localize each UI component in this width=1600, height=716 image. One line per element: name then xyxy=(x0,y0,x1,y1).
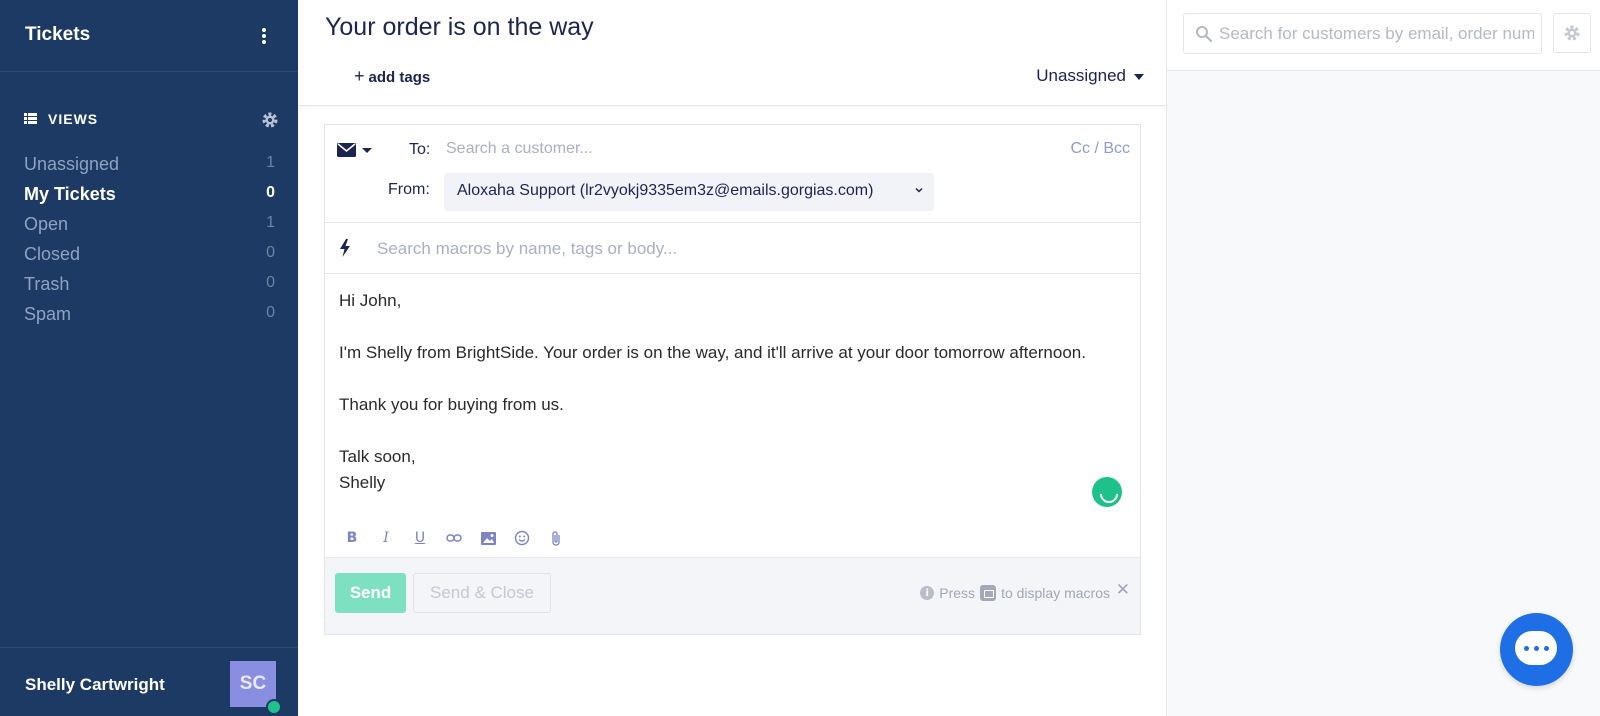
send-and-close-button[interactable]: Send & Close xyxy=(413,573,551,613)
view-label: Open xyxy=(24,214,69,234)
from-label: From: xyxy=(388,181,430,198)
gear-icon[interactable] xyxy=(260,110,280,130)
underline-icon[interactable]: U xyxy=(411,529,429,547)
view-count: 0 xyxy=(266,304,275,321)
close-icon[interactable]: ✕ xyxy=(1116,580,1130,600)
recipients-section: To: Cc / Bcc From: Aloxaha Support (lr2v… xyxy=(325,125,1140,223)
customer-panel xyxy=(1166,0,1600,716)
view-label: Closed xyxy=(24,244,81,264)
envelope-icon xyxy=(337,143,372,157)
send-button[interactable]: Send xyxy=(335,573,406,613)
keyboard-key-icon xyxy=(980,585,997,601)
italic-icon[interactable]: I xyxy=(377,529,395,547)
view-item-closed[interactable]: Closed 0 xyxy=(0,240,298,270)
view-item-my-tickets[interactable]: My Tickets 0 xyxy=(0,180,298,210)
view-label: Trash xyxy=(24,274,70,294)
more-options-icon[interactable] xyxy=(256,26,272,46)
chat-widget-button[interactable] xyxy=(1500,613,1573,686)
formatting-toolbar: B I U xyxy=(343,529,565,549)
assignee-dropdown[interactable]: Unassigned xyxy=(1036,66,1144,86)
view-label: Unassigned xyxy=(24,154,120,174)
view-count: 0 xyxy=(266,244,275,261)
image-icon[interactable] xyxy=(479,529,497,547)
user-name: Shelly Cartwright xyxy=(25,675,165,694)
list-icon xyxy=(24,113,37,124)
view-label: My Tickets xyxy=(24,184,116,204)
sidebar: Tickets VIEWS Unassigned 1 My Tickets 0 … xyxy=(0,0,298,716)
user-footer: Shelly Cartwright SC xyxy=(0,647,298,716)
views-label: VIEWS xyxy=(48,111,99,127)
chat-icon xyxy=(1515,631,1557,665)
views-list: Unassigned 1 My Tickets 0 Open 1 Closed … xyxy=(0,150,298,330)
message-body-editor[interactable]: Hi John, I'm Shelly from BrightSide. You… xyxy=(325,274,1140,557)
view-item-spam[interactable]: Spam 0 xyxy=(0,300,298,330)
customer-search[interactable] xyxy=(1183,13,1542,54)
view-count: 0 xyxy=(266,274,275,291)
view-count: 1 xyxy=(266,214,275,231)
channel-selector[interactable] xyxy=(337,142,377,158)
status-online-indicator xyxy=(266,699,282,715)
lightning-icon xyxy=(340,239,350,257)
gear-icon xyxy=(1564,25,1580,41)
chevron-down-icon xyxy=(915,187,923,193)
plus-icon: + xyxy=(354,66,365,86)
views-header: VIEWS xyxy=(24,110,280,130)
search-icon xyxy=(1196,26,1213,43)
hint-rest: to display macros xyxy=(1001,585,1110,601)
info-icon: i xyxy=(920,586,935,600)
ticket-header: Your order is on the way + add tags Unass… xyxy=(298,0,1166,106)
composer-footer: Send Send & Close i Press to display mac… xyxy=(325,557,1140,634)
add-tags-label: add tags xyxy=(368,69,431,86)
attachment-icon[interactable] xyxy=(547,529,565,547)
reply-composer: To: Cc / Bcc From: Aloxaha Support (lr2v… xyxy=(324,124,1141,635)
customer-panel-header xyxy=(1167,0,1600,71)
macro-search-input[interactable] xyxy=(377,237,1117,261)
view-count: 0 xyxy=(266,184,275,201)
caret-down-icon xyxy=(1134,73,1144,80)
sidebar-title: Tickets xyxy=(25,24,91,45)
add-tags-button[interactable]: + add tags xyxy=(354,66,430,87)
customer-search-input[interactable] xyxy=(1219,23,1534,45)
macro-search-row xyxy=(325,223,1140,274)
macro-hint: i Press to display macros xyxy=(920,585,1110,601)
ticket-subject[interactable]: Your order is on the way xyxy=(325,13,594,42)
emoji-icon[interactable] xyxy=(513,529,531,547)
bold-icon[interactable]: B xyxy=(343,529,361,547)
link-icon[interactable] xyxy=(445,529,463,547)
sidebar-header: Tickets xyxy=(0,0,298,72)
to-recipient-input[interactable] xyxy=(446,137,1006,161)
view-count: 1 xyxy=(266,154,275,171)
cc-bcc-link[interactable]: Cc / Bcc xyxy=(1070,140,1130,158)
view-label: Spam xyxy=(24,304,72,324)
from-address-value: Aloxaha Support (lr2vyokj9335em3z@emails… xyxy=(457,182,874,199)
to-label: To: xyxy=(409,141,431,158)
assignee-label: Unassigned xyxy=(1036,66,1126,85)
grammarly-icon[interactable] xyxy=(1092,477,1122,507)
view-item-open[interactable]: Open 1 xyxy=(0,210,298,240)
hint-press: Press xyxy=(939,585,976,601)
message-body[interactable]: Hi John, I'm Shelly from BrightSide. You… xyxy=(339,288,1099,496)
view-item-trash[interactable]: Trash 0 xyxy=(0,270,298,300)
view-item-unassigned[interactable]: Unassigned 1 xyxy=(0,150,298,180)
panel-settings-button[interactable] xyxy=(1553,13,1591,53)
from-address-select[interactable]: Aloxaha Support (lr2vyokj9335em3z@emails… xyxy=(444,173,934,211)
